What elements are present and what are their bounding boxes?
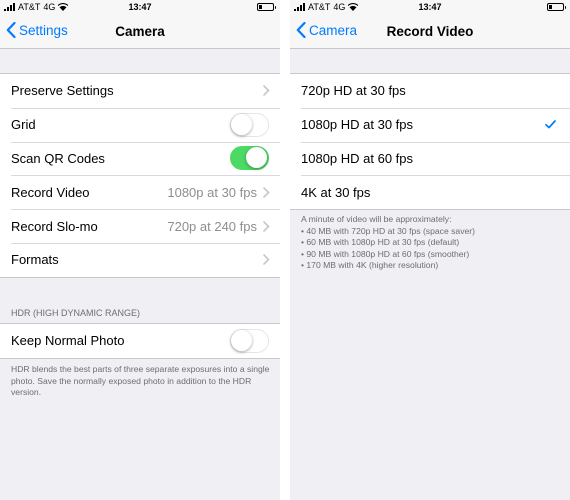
row-label: Record Slo-mo <box>11 218 98 234</box>
hdr-footer-text: HDR blends the best parts of three separ… <box>11 364 270 397</box>
row-record-slo-mo[interactable]: Record Slo-mo 720p at 240 fps <box>0 209 280 243</box>
row-value: 1080p at 30 fps <box>167 184 257 200</box>
page-title: Record Video <box>386 24 474 39</box>
screenshot-divider <box>280 0 290 500</box>
row-value: 720p at 240 fps <box>167 218 257 234</box>
footer-list-item: • 170 MB with 4K (higher resolution) <box>301 260 439 270</box>
row-preserve-settings[interactable]: Preserve Settings <box>0 74 280 108</box>
chevron-right-icon <box>263 186 270 198</box>
option-label: 1080p HD at 60 fps <box>301 150 414 166</box>
option-4k-30fps[interactable]: 4K at 30 fps <box>290 175 570 209</box>
option-720p-30fps[interactable]: 720p HD at 30 fps <box>290 74 570 108</box>
navigation-bar: Settings Camera <box>0 15 280 49</box>
footer-intro: A minute of video will be approximately: <box>301 214 452 224</box>
row-label: Scan QR Codes <box>11 150 105 166</box>
footer-list-item: • 40 MB with 720p HD at 30 fps (space sa… <box>301 225 476 236</box>
footer-list: • 40 MB with 720p HD at 30 fps (space sa… <box>301 226 560 272</box>
row-label: Formats <box>11 252 59 268</box>
video-format-options: 720p HD at 30 fps 1080p HD at 30 fps 108… <box>290 73 570 211</box>
row-scan-qr-codes: Scan QR Codes <box>0 141 280 176</box>
option-label: 720p HD at 30 fps <box>301 83 406 99</box>
row-grid: Grid <box>0 107 280 142</box>
option-label: 4K at 30 fps <box>301 184 371 200</box>
row-label: Preserve Settings <box>11 83 114 99</box>
record-video-screen: AT&T 4G 13:47 Camera Record Video 720p H… <box>290 0 570 500</box>
option-label: 1080p HD at 30 fps <box>301 117 414 133</box>
option-1080p-60fps[interactable]: 1080p HD at 60 fps <box>290 141 570 176</box>
battery-icon <box>257 3 276 11</box>
option-1080p-30fps[interactable]: 1080p HD at 30 fps <box>290 107 570 142</box>
grid-toggle[interactable] <box>230 112 269 137</box>
row-label: Record Video <box>11 184 90 200</box>
row-record-video[interactable]: Record Video 1080p at 30 fps <box>0 175 280 209</box>
status-bar: AT&T 4G 13:47 <box>290 0 570 15</box>
battery-icon <box>547 3 566 11</box>
scan-qr-codes-toggle[interactable] <box>230 146 269 171</box>
chevron-right-icon <box>263 220 270 232</box>
navigation-bar: Camera Record Video <box>290 15 570 49</box>
checkmark-icon <box>545 120 556 129</box>
page-title: Camera <box>115 24 165 39</box>
footer-list-item: • 60 MB with 1080p HD at 30 fps (default… <box>301 237 460 247</box>
hdr-options-group: Keep Normal Photo <box>0 323 280 359</box>
chevron-right-icon <box>263 254 270 266</box>
video-size-footer: A minute of video will be approximately:… <box>301 214 560 272</box>
camera-options-group: Preserve Settings Grid Scan QR Codes Rec… <box>0 73 280 278</box>
row-keep-normal-photo: Keep Normal Photo <box>0 324 280 358</box>
status-time: 13:47 <box>418 2 442 12</box>
hdr-section-header: HDR (HIGH DYNAMIC RANGE) <box>11 308 141 318</box>
status-time: 13:47 <box>128 2 152 12</box>
row-label: Grid <box>11 117 36 133</box>
row-label: Keep Normal Photo <box>11 333 125 349</box>
chevron-right-icon <box>263 85 270 97</box>
status-bar: AT&T 4G 13:47 <box>0 0 280 15</box>
row-formats[interactable]: Formats <box>0 242 280 277</box>
footer-list-item: • 90 MB with 1080p HD at 60 fps (smoothe… <box>301 248 470 259</box>
camera-settings-screen: AT&T 4G 13:47 Settings Camera Preserve S… <box>0 0 280 500</box>
keep-normal-photo-toggle[interactable] <box>230 328 269 353</box>
